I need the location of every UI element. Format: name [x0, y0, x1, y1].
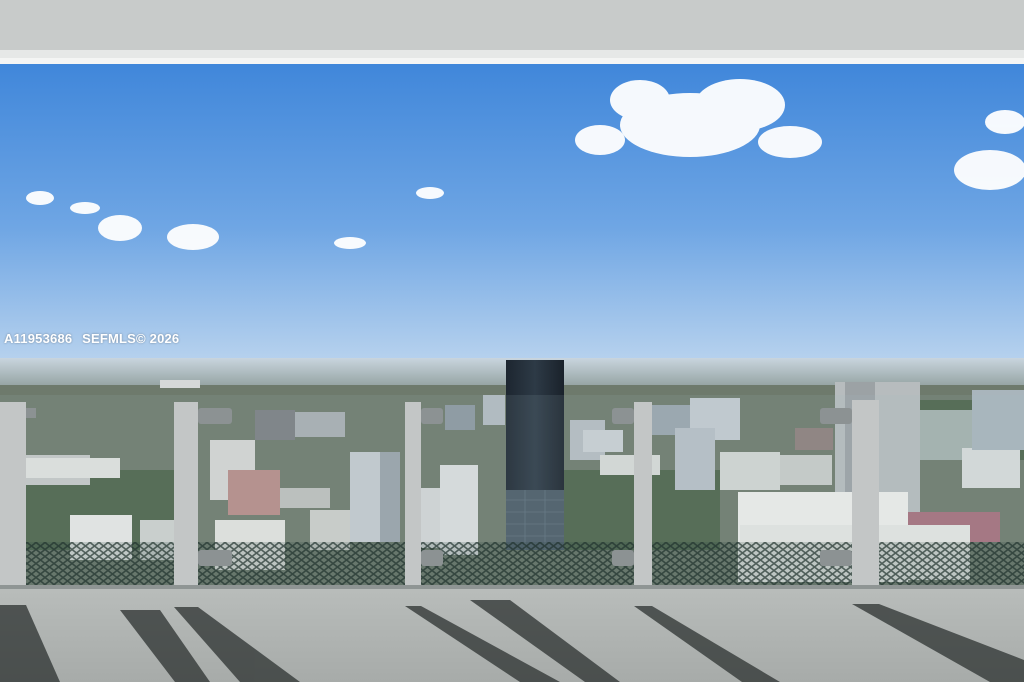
sky [0, 60, 1024, 365]
photo-watermark: A11953686 SEFMLS© 2026 [4, 331, 185, 346]
copyright-text: SEFMLS© 2026 [82, 331, 180, 346]
ceiling-overhang [0, 0, 1024, 58]
balcony-city-view-photo: A11953686 SEFMLS© 2026 [0, 0, 1024, 682]
listing-id-text: A11953686 [4, 331, 73, 346]
